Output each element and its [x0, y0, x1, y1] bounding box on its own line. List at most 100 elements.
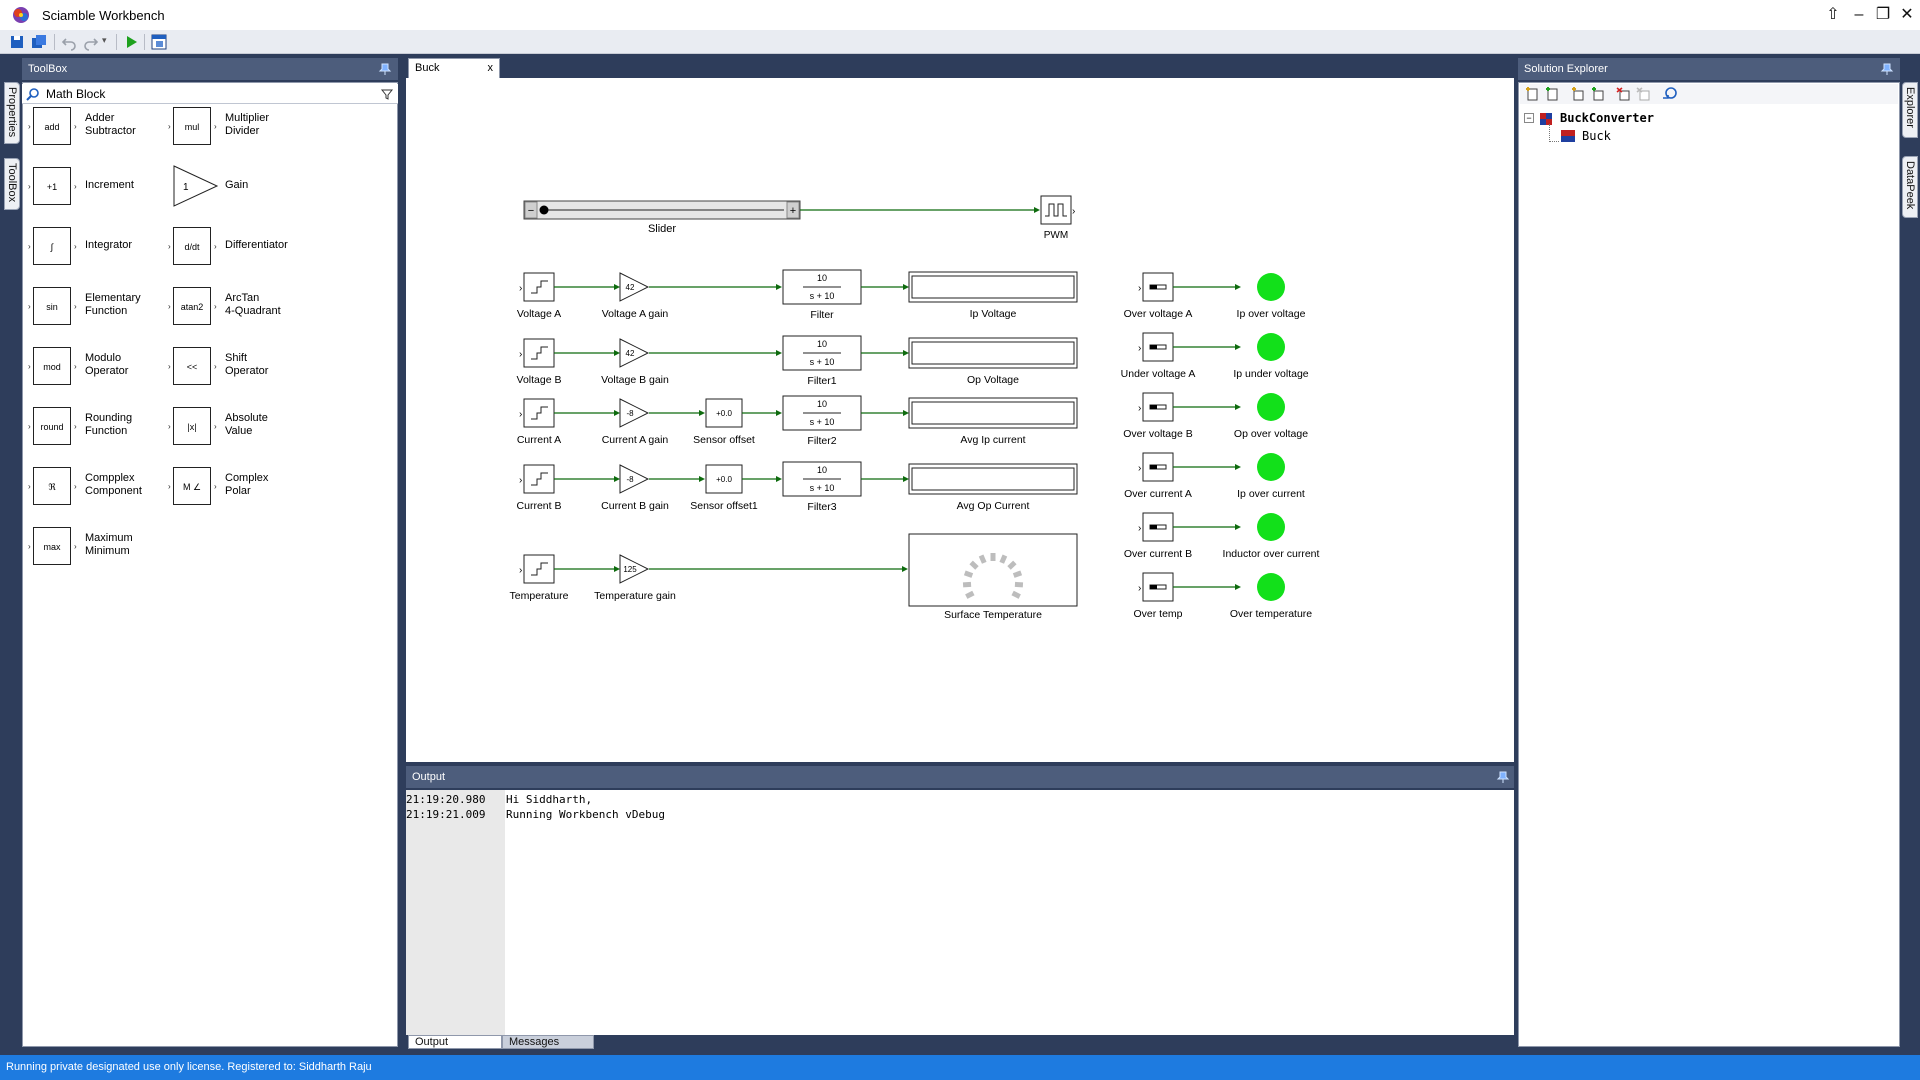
pwm-block[interactable] [1040, 195, 1072, 225]
filter-denominator: s + 10 [810, 417, 835, 427]
close-window-button[interactable]: ✕ [1896, 4, 1918, 26]
wire-arrowhead [776, 476, 782, 482]
gain-block[interactable] [619, 398, 650, 428]
upload-icon[interactable]: ⇧ [1822, 4, 1844, 26]
filter-denominator: s + 10 [810, 291, 835, 301]
toolbox-item-integrator[interactable]: ∫ › › Integrator [23, 223, 163, 271]
wire-arrowhead [614, 476, 620, 482]
tree-node-buck[interactable]: Buck [1582, 129, 1611, 143]
toolbox-item-rounding-function[interactable]: round › › Rounding Function [23, 403, 163, 451]
output-port-icon: › [214, 122, 217, 131]
remove-icon[interactable] [1616, 86, 1632, 102]
output-port-icon: › [74, 362, 77, 371]
input-port-icon: › [519, 283, 522, 294]
gauge-block[interactable] [908, 533, 1078, 607]
tab-messages[interactable]: Messages [502, 1035, 594, 1049]
toolbox-category-select[interactable]: Math Block [22, 84, 398, 104]
toolbox-item-label-line: Divider [225, 125, 260, 137]
run-icon[interactable] [122, 33, 140, 51]
output-pin-icon[interactable] [1496, 770, 1510, 784]
toolbox-item-label-line: Operator [85, 365, 129, 377]
tree-node-root[interactable]: BuckConverter [1560, 111, 1654, 125]
toolbox-item-elementary-function[interactable]: sin › › Elementary Function [23, 283, 163, 331]
gain-value: -8 [626, 475, 634, 484]
toolbox-item-increment[interactable]: +1 › › Increment [23, 163, 163, 211]
solution-pin-icon[interactable] [1880, 62, 1894, 76]
wire-arrowhead [1235, 344, 1241, 350]
switch-label: Over voltage A [1124, 308, 1193, 320]
gain-block[interactable] [619, 464, 650, 494]
toolbox-item-shift-operator[interactable]: << › › Shift Operator [163, 343, 303, 391]
output-port-icon: › [214, 362, 217, 371]
toolbox-item-multiplier-divider[interactable]: mul › › Multiplier Divider [163, 103, 303, 151]
slider-thumb[interactable] [539, 205, 549, 215]
filter-denominator: s + 10 [810, 483, 835, 493]
toolbox-item-adder-subtractor[interactable]: add › › Adder Subtractor [23, 103, 163, 151]
diagram-canvas[interactable]: − + Slider › PWM › Voltage A 42 Voltage A gain 10… [406, 78, 1514, 762]
filter-dropdown-icon[interactable] [380, 87, 394, 101]
right-side-strip: Explorer DataPeek [1902, 82, 1918, 1042]
wire-arrowhead [1235, 584, 1241, 590]
redo-icon[interactable] [82, 33, 100, 51]
add-subsystem-icon[interactable] [1590, 86, 1606, 102]
refresh-icon[interactable] [1662, 86, 1678, 102]
toolbox-item-label-line: Shift [225, 352, 248, 364]
toolbox-item-modulo-operator[interactable]: mod › › Modulo Operator [23, 343, 163, 391]
toolbox-item-gain[interactable]: 1 Gain [163, 163, 303, 211]
minimize-button[interactable]: – [1848, 4, 1870, 26]
toolbox-item-maximum-minimum[interactable]: max › › Maximum Minimum [23, 523, 163, 571]
toolbox-item-complex-polar[interactable]: M ∠ › › Complex Polar [163, 463, 303, 511]
tree-collapse-toggle[interactable]: − [1524, 113, 1534, 123]
input-port-icon: › [1138, 343, 1141, 354]
sensor-offset-label: Sensor offset [693, 434, 755, 446]
remove-disabled-icon[interactable] [1636, 86, 1652, 102]
toolbox-item-label-line: Modulo [85, 352, 122, 364]
gain-value: -8 [626, 409, 634, 418]
toolbox-item-absolute-value[interactable]: |x| › › Absolute Value [163, 403, 303, 451]
log-text: Running Workbench vDebug [506, 808, 665, 821]
block-glyph: atan2 [180, 302, 204, 312]
toolbox-item-label-line: Increment [85, 179, 134, 191]
toolbox-item-label-line: Compplex [85, 472, 135, 484]
toolbox-item-arctan-4-quadrant[interactable]: atan2 › › ArcTan 4-Quadrant [163, 283, 303, 331]
block-icon: |x| › › [168, 407, 217, 445]
output-port-icon: › [74, 122, 77, 131]
switch-label: Over voltage B [1123, 428, 1192, 440]
save-all-icon[interactable] [30, 33, 48, 51]
source-label: Voltage B [517, 374, 562, 386]
restore-button[interactable]: ❐ [1872, 4, 1894, 26]
side-tab-toolbox[interactable]: ToolBox [4, 158, 20, 210]
gain-label: Current A gain [602, 434, 669, 446]
side-tab-properties[interactable]: Properties [4, 82, 20, 144]
gain-value: 125 [623, 565, 637, 574]
side-tab-explorer[interactable]: Explorer [1902, 82, 1918, 138]
save-icon[interactable] [8, 33, 26, 51]
toolbox-item-differentiator[interactable]: d/dt › › Differentiator [163, 223, 303, 271]
pin-icon[interactable] [378, 62, 392, 76]
add-file-icon[interactable] [1524, 86, 1540, 102]
add-existing-icon[interactable] [1544, 86, 1560, 102]
block-diagram[interactable]: − + Slider › PWM › Voltage A 42 Voltage A gain 10… [406, 78, 1514, 762]
input-port-icon: › [168, 482, 171, 491]
input-port-icon: › [519, 349, 522, 360]
output-log[interactable]: 21:19:20.980 Hi Siddharth, 21:19:21.009 … [406, 790, 1514, 1035]
switch-label: Over current B [1124, 548, 1192, 560]
close-tab-icon[interactable]: x [488, 62, 494, 74]
display-label: Ip Voltage [970, 308, 1017, 320]
toolbox-item-label-line: Differentiator [225, 239, 288, 251]
side-tab-datapeek[interactable]: DataPeek [1902, 156, 1918, 218]
input-port-icon: › [28, 542, 31, 551]
tab-output[interactable]: Output [408, 1035, 502, 1049]
undo-icon[interactable] [60, 33, 78, 51]
tab-buck[interactable]: Buck x [408, 58, 500, 78]
output-port-icon: › [214, 302, 217, 311]
toolbox-item-label: Compplex Component [85, 472, 175, 498]
settings-window-icon[interactable] [150, 33, 168, 51]
add-block-icon[interactable] [1570, 86, 1586, 102]
toolbox-item-label: Multiplier Divider [225, 112, 315, 138]
output-port-icon: › [1072, 206, 1075, 217]
toolbox-item-label-line: Elementary [85, 292, 141, 304]
sensor-offset-label: Sensor offset1 [690, 500, 758, 512]
redo-dropdown-icon[interactable]: ▾ [102, 35, 107, 46]
toolbox-item-complex-component[interactable]: ℜ › › Compplex Component [23, 463, 163, 511]
